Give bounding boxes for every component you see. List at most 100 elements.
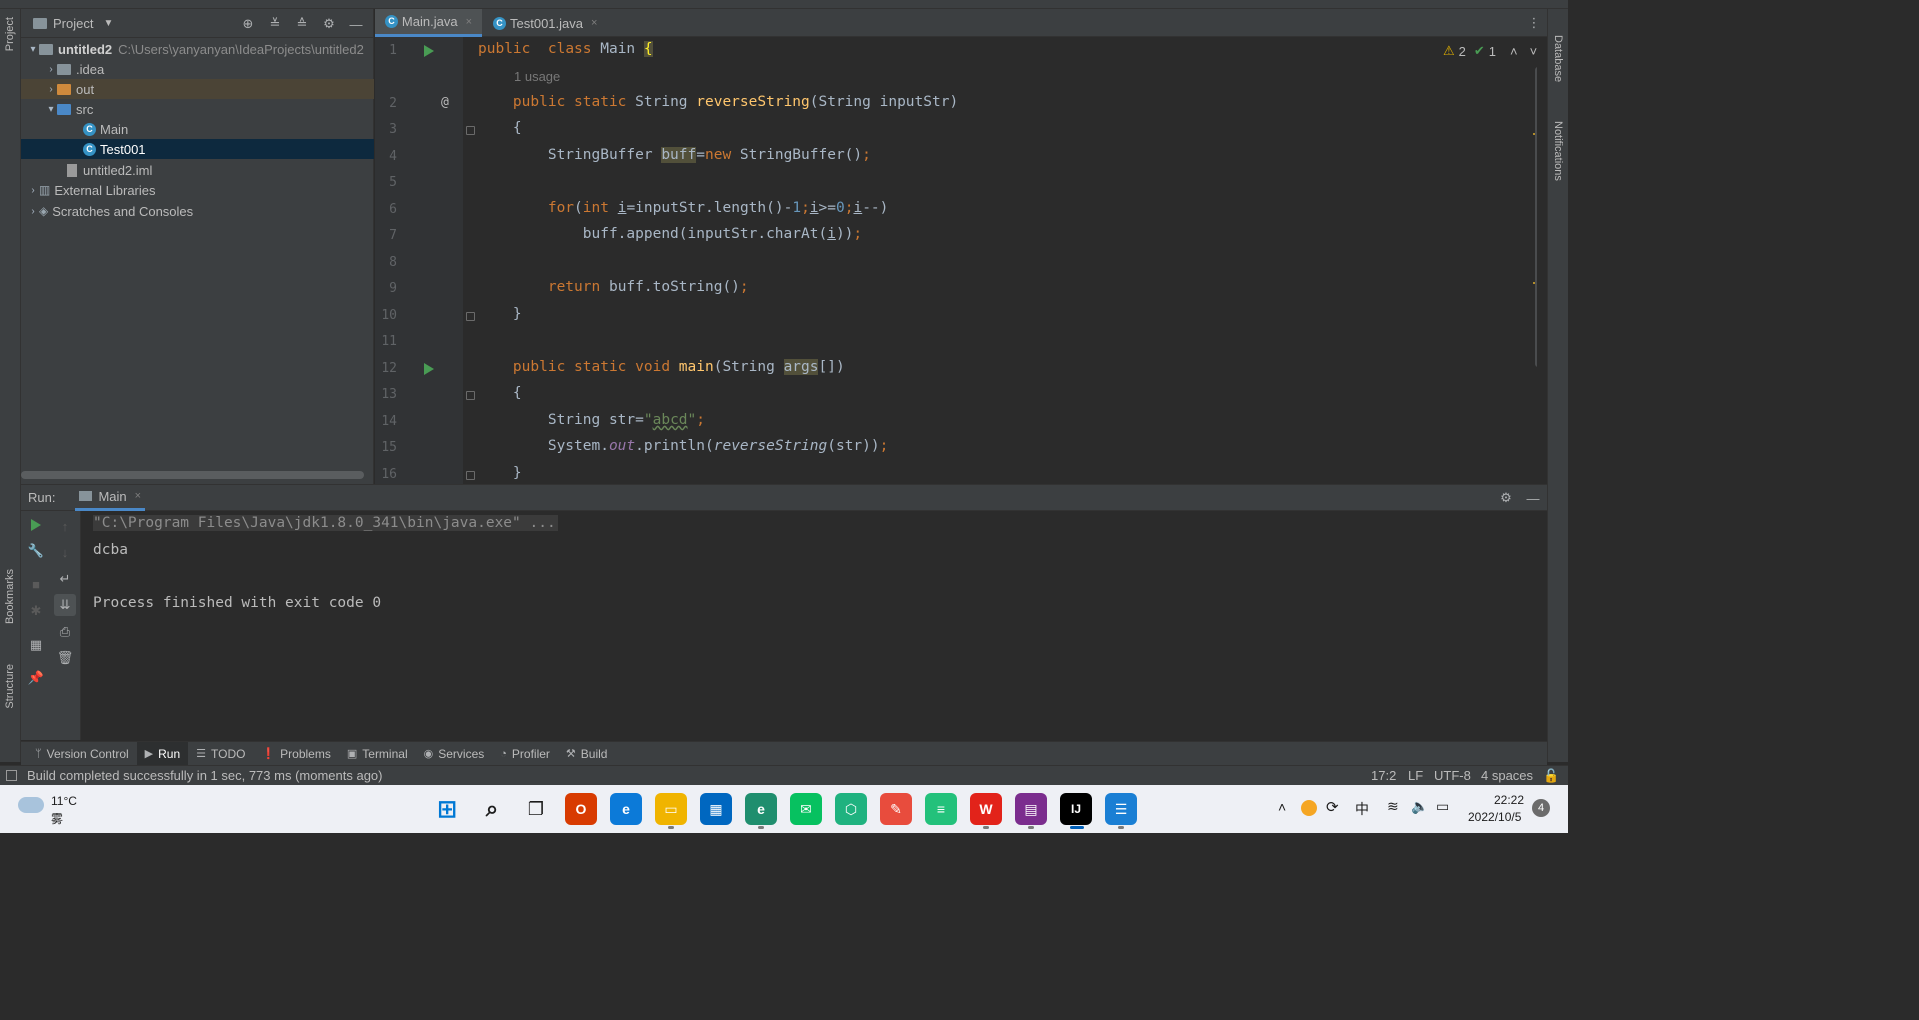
status-message[interactable]: Build completed successfully in 1 sec, 7…	[27, 768, 383, 783]
more-options-icon[interactable]: ⋮	[1523, 12, 1545, 34]
ime-indicator[interactable]: 中	[1355, 799, 1369, 819]
horizontal-scrollbar[interactable]	[21, 471, 364, 479]
fold-icon[interactable]	[466, 391, 475, 400]
file-explorer-icon[interactable]: ▭	[655, 793, 687, 825]
tool-todo[interactable]: ☰ TODO	[188, 742, 253, 766]
tab-main-java[interactable]: C Main.java ×	[375, 9, 482, 37]
lock-icon[interactable]: 🔓	[1543, 768, 1559, 784]
weather-desc[interactable]: 雾	[51, 810, 63, 827]
print-icon[interactable]: ⎙	[54, 621, 76, 643]
wps-icon[interactable]: W	[970, 793, 1002, 825]
tree-item-idea[interactable]: › .idea	[21, 59, 374, 79]
notifications-tool-button[interactable]: Notifications	[1552, 121, 1564, 181]
console-output[interactable]: "C:\Program Files\Java\jdk1.8.0_341\bin\…	[81, 511, 1547, 740]
winrar-icon[interactable]: ▤	[1015, 793, 1047, 825]
chevron-down-icon[interactable]: ▼	[103, 18, 113, 29]
windows-start-icon[interactable]: ⊞	[431, 793, 463, 825]
gear-icon[interactable]: ⚙	[318, 13, 340, 35]
database-tool-button[interactable]: Database	[1552, 35, 1564, 82]
usage-hint[interactable]: 1 usage	[514, 69, 560, 84]
tree-item-untitled2[interactable]: ▾ untitled2 C:\Users\yanyanyan\IdeaProje…	[21, 39, 374, 59]
app-icon[interactable]: ✎	[880, 793, 912, 825]
wrench-icon[interactable]: 🔧	[25, 540, 47, 562]
speaker-icon[interactable]: 🔈	[1411, 798, 1428, 815]
chevron-right-icon[interactable]: ›	[45, 84, 57, 95]
sync-icon[interactable]: ⟳	[1326, 798, 1339, 816]
tool-windows-toggle-icon[interactable]	[6, 770, 17, 781]
wechat-icon[interactable]: ✉	[790, 793, 822, 825]
intellij-icon[interactable]: IJ	[1060, 793, 1092, 825]
chevron-right-icon[interactable]: ›	[27, 206, 39, 217]
clock-time[interactable]: 22:22	[1494, 793, 1524, 807]
tree-item-external-libraries[interactable]: › ▥ External Libraries	[21, 180, 374, 200]
caret-position[interactable]: 17:2	[1371, 768, 1396, 783]
down-arrow-icon[interactable]: ↓	[54, 541, 76, 563]
expand-all-icon[interactable]: ≚	[264, 13, 286, 35]
edge-icon[interactable]: e	[745, 793, 777, 825]
edge-legacy-icon[interactable]: e	[610, 793, 642, 825]
layout-icon[interactable]: ▦	[25, 634, 47, 656]
run-tab-main[interactable]: Main ×	[75, 485, 146, 511]
wifi-icon[interactable]: ≋	[1387, 798, 1399, 815]
chevron-right-icon[interactable]: ›	[27, 185, 39, 196]
tree-item-out[interactable]: › out	[21, 79, 374, 99]
inspection-widget[interactable]: ⚠ 2 ✔ 1 ˄ ˅	[1443, 43, 1537, 59]
weather-temp[interactable]: 11°C	[51, 794, 77, 808]
override-gutter-icon[interactable]: @	[441, 95, 449, 110]
hide-icon[interactable]: —	[1522, 487, 1544, 509]
project-view-dropdown[interactable]: Project	[53, 16, 93, 31]
close-icon[interactable]: ×	[466, 16, 472, 28]
app-icon[interactable]: ⬡	[835, 793, 867, 825]
tab-test001-java[interactable]: C Test001.java ×	[483, 9, 608, 37]
tree-item-main[interactable]: C Main	[21, 119, 374, 139]
gear-icon[interactable]: ⚙	[1495, 487, 1517, 509]
bookmarks-tool-button[interactable]: Bookmarks	[4, 569, 16, 624]
run-gutter-icon[interactable]	[424, 45, 434, 57]
scroll-to-end-icon[interactable]: ⇊	[54, 594, 76, 616]
search-icon[interactable]: ⌕	[476, 793, 508, 825]
task-view-icon[interactable]: ❐	[520, 793, 552, 825]
chevron-up-icon[interactable]: ˄	[1278, 799, 1286, 815]
tool-run[interactable]: ▶ Run	[136, 741, 189, 766]
close-icon[interactable]: ×	[135, 490, 141, 502]
tree-item-src[interactable]: ▾ src	[21, 99, 374, 119]
debug-icon[interactable]: ✱	[25, 600, 47, 622]
stop-icon[interactable]: ■	[25, 573, 47, 595]
project-tool-button[interactable]: Project	[4, 17, 16, 51]
code-editor[interactable]: 1 2 3 4 5 6 7 8 9 10 11 12 13 14 15 16 @…	[375, 37, 1537, 484]
tool-services[interactable]: ◉ Services	[416, 742, 493, 766]
chevron-up-icon[interactable]: ˄	[1510, 44, 1518, 59]
office-icon[interactable]: O	[565, 793, 597, 825]
pin-icon[interactable]: 📌	[25, 667, 47, 689]
tree-item-iml[interactable]: untitled2.iml	[21, 160, 374, 180]
vertical-scrollbar[interactable]	[1535, 67, 1537, 367]
tool-profiler[interactable]: ◔ Profiler	[492, 742, 558, 766]
chevron-down-icon[interactable]: ▾	[45, 104, 57, 115]
locate-icon[interactable]: ⊕	[237, 13, 259, 35]
file-encoding[interactable]: UTF-8	[1434, 768, 1471, 783]
fold-icon[interactable]	[466, 312, 475, 321]
tool-version-control[interactable]: ᛘ Version Control	[27, 742, 137, 766]
tray-app-icon[interactable]	[1301, 800, 1317, 816]
chevron-right-icon[interactable]: ›	[45, 64, 57, 75]
app-icon[interactable]: ≡	[925, 793, 957, 825]
chevron-down-icon[interactable]: ▾	[27, 44, 39, 55]
hide-icon[interactable]: —	[345, 13, 367, 35]
run-gutter-icon[interactable]	[424, 363, 434, 375]
store-icon[interactable]: ▦	[700, 793, 732, 825]
battery-icon[interactable]: ▭	[1436, 798, 1449, 815]
indent-setting[interactable]: 4 spaces	[1481, 768, 1533, 783]
tool-problems[interactable]: ❗ Problems	[253, 742, 338, 766]
fold-icon[interactable]	[466, 126, 475, 135]
line-separator[interactable]: LF	[1408, 768, 1423, 783]
chevron-down-icon[interactable]: ˅	[1530, 44, 1537, 59]
tree-item-scratches[interactable]: › ◈ Scratches and Consoles	[21, 201, 374, 221]
notification-badge[interactable]: 4	[1532, 799, 1550, 817]
tool-terminal[interactable]: ▣ Terminal	[339, 742, 416, 766]
weather-icon[interactable]	[18, 797, 44, 813]
notepad-icon[interactable]: ☰	[1105, 793, 1137, 825]
clock-date[interactable]: 2022/10/5	[1468, 810, 1521, 824]
soft-wrap-icon[interactable]: ↵	[54, 568, 76, 590]
fold-icon[interactable]	[466, 471, 475, 480]
tree-item-test001[interactable]: C Test001	[21, 139, 374, 159]
